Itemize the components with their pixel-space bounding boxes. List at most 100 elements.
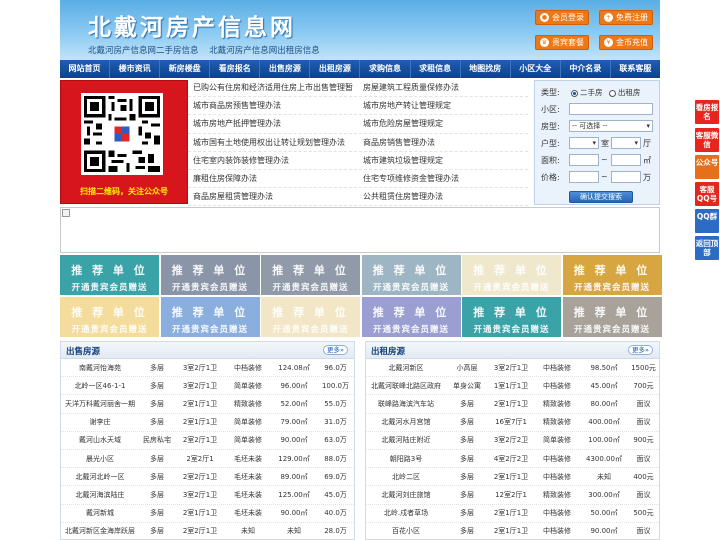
sale-listing-row[interactable]: 北戴河新区金海岸跃层 多层 2室2厅1卫 未知 未知 28.0万: [61, 523, 354, 539]
sale-listing-name: 南戴河怡海苑: [79, 363, 121, 372]
area-min-input[interactable]: [569, 154, 599, 166]
sale-listing-row[interactable]: 北岭一区46-1-1 多层 3室2厅1卫 简单装修 96.00㎡ 100.0万: [61, 377, 354, 396]
rent-listing-row[interactable]: 百花小区 多层 2室1厅1卫 中档装修 90.00㎡ 面议: [366, 523, 659, 539]
rent-listing-price: 面议: [636, 527, 651, 536]
policy-link[interactable]: 城市国有土地使用权出让转让规划管理办法: [188, 134, 358, 151]
recommend-unit-tile[interactable]: 推 荐 单 位开通贵宾会员赠送: [261, 297, 360, 337]
policy-link[interactable]: 城市房地产转让管理规定: [358, 97, 528, 114]
nav-agents[interactable]: 中介名录: [561, 60, 611, 78]
recommend-unit-tile[interactable]: 推 荐 单 位开通贵宾会员赠送: [562, 297, 662, 337]
nav-news[interactable]: 楼市资讯: [110, 60, 161, 78]
nav-map-search[interactable]: 地图找房: [461, 60, 511, 78]
sale-listing-price: 45.0万: [324, 490, 347, 499]
price-min-input[interactable]: [569, 171, 599, 183]
rent-listing-row[interactable]: 北戴河联峰北路区政府 单身公寓 1室1厅1卫 中档装修 45.00㎡ 700元: [366, 377, 659, 396]
recommend-unit-tile[interactable]: 推 荐 单 位开通贵宾会员赠送: [60, 297, 159, 337]
search-submit-button[interactable]: 确认提交搜索: [569, 191, 633, 203]
rent-listing-layout: 3室2厅2卫: [493, 436, 529, 445]
recommend-unit-tile[interactable]: 推 荐 单 位开通贵宾会员赠送: [160, 255, 260, 295]
float-menu-item[interactable]: 返回顶部: [695, 236, 719, 260]
recommend-unit-tile[interactable]: 推 荐 单 位开通贵宾会员赠送: [160, 297, 260, 337]
free-register-button[interactable]: + 免费注册: [599, 10, 653, 25]
sale-listing-row[interactable]: 北戴河海滨陆庄 多层 3室2厅1卫 毛坯未装 125.00㎡ 45.0万: [61, 486, 354, 505]
coin-recharge-button[interactable]: ¥ 金币充值: [599, 35, 653, 50]
site-subtitle: 北戴河房产信息网二手房信息 北戴河房产信息网出租房信息: [88, 44, 328, 56]
sale-listing-row[interactable]: 戴河新城 多层 2室1厅1卫 毛坯未装 90.00㎡ 40.0万: [61, 505, 354, 523]
district-input[interactable]: [569, 103, 653, 115]
rent-more-link[interactable]: 更多»: [628, 345, 653, 355]
sale-listings-panel: 出售房源 更多» 南戴河怡海苑 多层 3室2厅1卫 中档装修 124.08㎡ 96.0万北…: [60, 341, 355, 540]
recommend-unit-tile[interactable]: 推 荐 单 位开通贵宾会员赠送: [361, 255, 461, 295]
float-menu-item[interactable]: 客服QQ号: [695, 182, 719, 206]
policy-link[interactable]: 公共租赁住房管理办法: [358, 188, 528, 205]
policy-link[interactable]: 商品房屋租赁管理办法: [188, 188, 358, 205]
rent-listing-floor-type: 多层: [460, 490, 474, 499]
rent-listing-layout: 3室2厅1卫: [493, 363, 529, 372]
sale-listing-layout: 2室1厅1卫: [182, 509, 218, 518]
layout-label: 户型:: [541, 139, 560, 148]
sale-listing-row[interactable]: 谢李庄 多层 2室1厅1卫 简单装修 79.00㎡ 31.0万: [61, 414, 354, 432]
top-section: 扫描二维码，关注公众号 已购公有住房和经济适用住房上市出售管理暂 房屋建筑工程质量…: [60, 79, 660, 207]
policy-link[interactable]: 城市商品房预售管理办法: [188, 97, 358, 114]
float-menu-item[interactable]: QQ群: [695, 209, 719, 233]
member-login-button[interactable]: ● 会员登录: [535, 10, 589, 25]
policy-link[interactable]: 住宅室内装饰装修管理办法: [188, 152, 358, 169]
recommend-unit-tile[interactable]: 推 荐 单 位开通贵宾会员赠送: [462, 255, 561, 295]
nav-want-buy[interactable]: 求购信息: [360, 60, 411, 78]
recommend-unit-tile[interactable]: 推 荐 单 位开通贵宾会员赠送: [261, 255, 360, 295]
room-select[interactable]: ▾: [569, 137, 599, 149]
float-menu-item[interactable]: 公众号: [695, 155, 719, 179]
recommend-unit-tile[interactable]: 推 荐 单 位开通贵宾会员赠送: [562, 255, 662, 295]
recommend-unit-tile[interactable]: 推 荐 单 位开通贵宾会员赠送: [60, 255, 159, 295]
rent-listing-row[interactable]: 朝阳路3号 多层 4室2厅2卫 中档装修 4300.00㎡ 面议: [366, 450, 659, 469]
vip-package-button[interactable]: ♛ 贵宾套餐: [535, 35, 589, 50]
rent-listing-row[interactable]: 联峰路海滨汽车站 多层 2室1厅1卫 精致装修 80.00㎡ 面议: [366, 395, 659, 414]
nav-for-rent[interactable]: 出租房源: [310, 60, 361, 78]
float-menu-item[interactable]: 看房报名: [695, 100, 719, 124]
rent-listing-decoration: 中档装修: [543, 472, 571, 481]
rent-listing-row[interactable]: 北戴河陆庄附近 多层 3室2厅2卫 简单装修 100.00㎡ 900元: [366, 432, 659, 450]
policy-link[interactable]: 住宅专项维修资金管理办法: [358, 170, 528, 187]
area-max-input[interactable]: [611, 154, 641, 166]
rent-listing-row[interactable]: 北戴河刘庄旅馆 多层 12室2厅1 精致装修 300.00㎡ 面议: [366, 486, 659, 505]
nav-home[interactable]: 网站首页: [60, 60, 111, 78]
rent-listing-row[interactable]: 北岭二区 多层 2室1厅1卫 中档装修 未知 400元: [366, 468, 659, 487]
price-max-input[interactable]: [611, 171, 641, 183]
tile-title: 推 荐 单 位: [272, 264, 349, 277]
chevron-down-icon: ▾: [634, 139, 638, 147]
nav-customer-service[interactable]: 联系客服: [611, 60, 660, 78]
nav-new-homes[interactable]: 新房楼盘: [160, 60, 211, 78]
recommend-unit-tile[interactable]: 推 荐 单 位开通贵宾会员赠送: [361, 297, 461, 337]
house-type-select[interactable]: -- 可选择 -- ▾: [569, 120, 653, 132]
sale-listing-row[interactable]: 晨光小区 多层 2室2厅1 毛坯未装 129.00㎡ 88.0万: [61, 450, 354, 469]
nav-communities[interactable]: 小区大全: [511, 60, 561, 78]
radio-rent[interactable]: 出租房: [608, 88, 640, 97]
sale-listing-row[interactable]: 南戴河怡海苑 多层 3室2厅1卫 中档装修 124.08㎡ 96.0万: [61, 359, 354, 378]
sale-listing-row[interactable]: 北戴河北岭一区 多层 2室2厅1卫 毛坯未装 89.00㎡ 69.0万: [61, 468, 354, 487]
sale-listing-row[interactable]: 戴河山水天域 民房私宅 2室2厅1卫 简单装修 90.00㎡ 63.0万: [61, 432, 354, 450]
policy-link[interactable]: 廉租住房保障办法: [188, 170, 358, 187]
qr-caption: 扫描二维码，关注公众号: [80, 187, 168, 196]
sale-listing-row[interactable]: 天洋万科戴河丽舍一期 多层 2室1厅1卫 精致装修 52.00㎡ 55.0万: [61, 395, 354, 414]
policy-link[interactable]: 已购公有住房和经济适用住房上市出售管理暂: [188, 79, 358, 96]
hall-select[interactable]: ▾: [611, 137, 641, 149]
policy-link[interactable]: 城市危险房屋管理规定: [358, 115, 528, 132]
tile-title: 推 荐 单 位: [573, 306, 651, 319]
sale-listing-layout: 2室2厅1: [186, 454, 214, 463]
radio-sale[interactable]: 二手房: [571, 88, 603, 97]
policy-link[interactable]: 房屋建筑工程质量保修办法: [358, 79, 528, 96]
float-menu-item[interactable]: 客服微信: [695, 128, 719, 152]
nav-for-sale[interactable]: 出售房源: [260, 60, 311, 78]
rent-listing-row[interactable]: 北岭.戍者草场 多层 2室1厅1卫 中档装修 50.00㎡ 500元: [366, 505, 659, 523]
sale-more-link[interactable]: 更多»: [323, 345, 348, 355]
policy-link[interactable]: 城市房地产抵押管理办法: [188, 115, 358, 132]
nav-viewing-signup[interactable]: 看房报名: [210, 60, 261, 78]
rent-listing-row[interactable]: 北戴河水月宫馆 多层 16室7厅1 精致装修 400.00㎡ 面议: [366, 414, 659, 432]
tile-title: 推 荐 单 位: [473, 264, 550, 277]
ad-banner[interactable]: [60, 207, 660, 253]
policy-link[interactable]: 商品房销售管理办法: [358, 134, 528, 151]
rent-listing-row[interactable]: 北戴河新区 小高层 3室2厅1卫 中档装修 98.50㎡ 1500元: [366, 359, 659, 378]
recommend-unit-tile[interactable]: 推 荐 单 位开通贵宾会员赠送: [462, 297, 561, 337]
nav-want-rent[interactable]: 求租信息: [411, 60, 461, 78]
policy-link[interactable]: 城市建筑垃圾管理规定: [358, 152, 528, 169]
